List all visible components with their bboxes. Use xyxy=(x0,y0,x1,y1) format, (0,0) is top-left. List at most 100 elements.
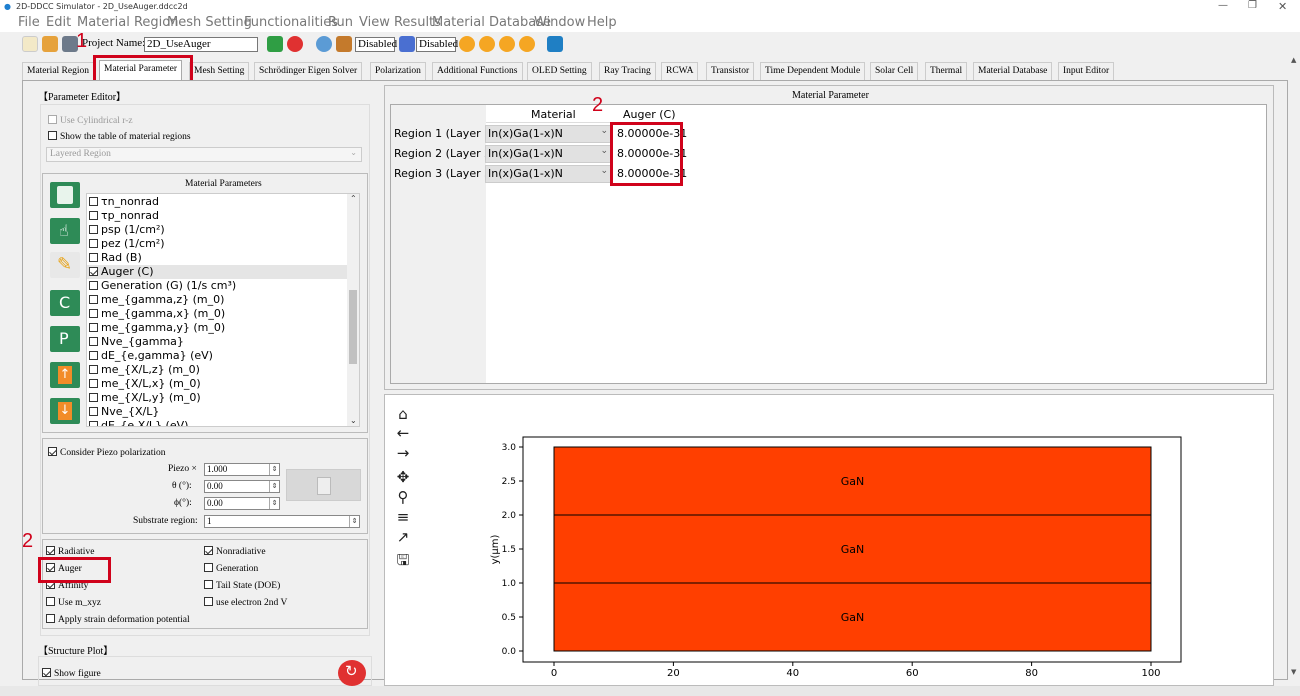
refresh-plot-button[interactable]: ↻ xyxy=(338,660,366,686)
tab-thermal[interactable]: Thermal xyxy=(925,62,968,80)
save-figure-icon[interactable]: 🖫 xyxy=(394,551,412,569)
columns-icon[interactable] xyxy=(336,36,352,52)
param-list-item[interactable]: dE_{e,gamma} (eV) xyxy=(87,349,359,363)
row-header-region[interactable]: Region 3 (Layer 3) xyxy=(394,167,495,180)
stop-icon[interactable] xyxy=(519,36,535,52)
use-cylindrical-checkbox[interactable]: Use Cylindrical r-z xyxy=(48,115,133,126)
tab-rcwa[interactable]: RCWA xyxy=(661,62,699,80)
param-list-item[interactable]: τp_nonrad xyxy=(87,209,359,223)
scroll-up-icon[interactable]: ⌃ xyxy=(350,194,357,203)
phi-spinner[interactable]: 0.00 ⇕ xyxy=(204,497,280,510)
tab-oled-setting[interactable]: OLED Setting xyxy=(527,62,592,80)
move-up-button[interactable]: ↑ xyxy=(50,362,80,388)
close-icon[interactable]: ✕ xyxy=(1278,0,1287,13)
window-scrollbar[interactable]: ▲ ▼ xyxy=(1289,56,1300,680)
spinner-arrows-icon[interactable]: ⇕ xyxy=(349,516,359,527)
settings-icon[interactable] xyxy=(316,36,332,52)
param-list-item[interactable]: me_{gamma,z} (m_0) xyxy=(87,293,359,307)
show-table-checkbox[interactable]: Show the table of material regions xyxy=(48,131,191,142)
region-select[interactable]: Layered Region ⌄ xyxy=(46,147,362,162)
edit-axis-icon[interactable]: ↗ xyxy=(394,528,412,546)
param-list-item[interactable]: me_{X/L,y} (m_0) xyxy=(87,391,359,405)
tail-state-checkbox[interactable]: Tail State (DOE) xyxy=(204,580,280,591)
c-button[interactable]: C xyxy=(50,290,80,316)
generation-checkbox[interactable]: Generation xyxy=(204,563,258,574)
tab-material-database[interactable]: Material Database xyxy=(973,62,1053,80)
param-list-item[interactable]: me_{X/L,x} (m_0) xyxy=(87,377,359,391)
forward-arrow-icon[interactable]: → xyxy=(394,444,412,462)
configure-subplots-icon[interactable]: ≡ xyxy=(394,508,412,526)
tab-solar-cell[interactable]: Solar Cell xyxy=(870,62,919,80)
param-list-item[interactable]: dE_{e,X/L} (eV) xyxy=(87,419,359,426)
substrate-region-spinner[interactable]: 1 ⇕ xyxy=(204,515,360,528)
tab-ray-tracing[interactable]: Ray Tracing xyxy=(599,62,656,80)
param-list-item[interactable]: me_{gamma,y} (m_0) xyxy=(87,321,359,335)
list-scrollbar[interactable]: ⌃ ⌄ xyxy=(347,194,359,426)
reset-icon[interactable] xyxy=(287,36,303,52)
param-list-item[interactable]: me_{gamma,x} (m_0) xyxy=(87,307,359,321)
column-header-auger[interactable]: Auger (C) xyxy=(623,108,676,121)
scroll-down-icon[interactable]: ⌄ xyxy=(350,416,357,425)
spinner-arrows-icon[interactable]: ⇕ xyxy=(269,464,279,475)
use-electron-checkbox[interactable]: use electron 2nd V xyxy=(204,597,287,608)
param-list-item[interactable]: me_{X/L,z} (m_0) xyxy=(87,363,359,377)
menu-window[interactable]: Window xyxy=(534,15,585,30)
row-header-region[interactable]: Region 2 (Layer 2) xyxy=(394,147,495,160)
param-list-item[interactable]: pez (1/cm²) xyxy=(87,237,359,251)
param-list-item[interactable]: Generation (G) (1/s cm³) xyxy=(87,279,359,293)
menu-edit[interactable]: Edit xyxy=(46,15,71,30)
material-parameters-list[interactable]: τn_nonrad τp_nonrad psp (1/cm²) pez (1/cm²)… xyxy=(86,193,360,427)
tab-schrodinger[interactable]: Schrödinger Eigen Solver xyxy=(254,62,363,80)
list-icon[interactable] xyxy=(399,36,415,52)
tab-additional-functions[interactable]: Additional Functions xyxy=(432,62,523,80)
spinner-arrows-icon[interactable]: ⇕ xyxy=(269,481,279,492)
refresh-icon[interactable] xyxy=(267,36,283,52)
list-scroll-thumb[interactable] xyxy=(349,290,357,364)
move-down-button[interactable]: ↓ xyxy=(50,398,80,424)
tab-material-region[interactable]: Material Region xyxy=(22,62,94,80)
param-list-item[interactable]: psp (1/cm²) xyxy=(87,223,359,237)
disabled-field-1[interactable]: Disabled xyxy=(355,37,397,52)
minimize-icon[interactable]: — xyxy=(1218,0,1228,11)
run-icon[interactable] xyxy=(459,36,475,52)
row-header-region[interactable]: Region 1 (Layer 1) xyxy=(394,127,495,140)
nonradiative-checkbox[interactable]: Nonradiative xyxy=(204,546,266,557)
spinner-arrows-icon[interactable]: ⇕ xyxy=(269,498,279,509)
new-file-icon[interactable] xyxy=(22,36,38,52)
home-icon[interactable]: ⌂ xyxy=(394,405,412,423)
param-list-item[interactable]: τn_nonrad xyxy=(87,195,359,209)
menu-functionalities[interactable]: Functionalities xyxy=(244,15,338,30)
p-button[interactable]: P xyxy=(50,326,80,352)
tab-input-editor[interactable]: Input Editor xyxy=(1058,62,1115,80)
tab-transistor[interactable]: Transistor xyxy=(706,62,755,80)
param-list-item[interactable]: Rad (B) xyxy=(87,251,359,265)
consider-piezo-checkbox[interactable]: Consider Piezo polarization xyxy=(48,447,166,458)
param-list-item[interactable]: Auger (C) xyxy=(87,265,359,279)
column-header-material[interactable]: Material xyxy=(531,108,576,121)
menu-mesh-setting[interactable]: Mesh Setting xyxy=(167,15,252,30)
material-combobox[interactable]: In(x)Ga(1-x)N ⌄ xyxy=(485,165,613,183)
edit-button[interactable]: ✎ xyxy=(50,252,80,278)
open-folder-icon[interactable] xyxy=(42,36,58,52)
menu-help[interactable]: Help xyxy=(587,15,617,30)
maximize-icon[interactable]: ❐ xyxy=(1248,0,1257,11)
param-list-item[interactable]: Nve_{gamma} xyxy=(87,335,359,349)
select-button[interactable]: ☝ xyxy=(50,218,80,244)
piezo-x-spinner[interactable]: 1.000 ⇕ xyxy=(204,463,280,476)
menu-material-region[interactable]: Material Region xyxy=(77,15,178,30)
zoom-icon[interactable]: ⚲ xyxy=(394,488,412,506)
menu-file[interactable]: File xyxy=(18,15,40,30)
menu-view-results[interactable]: View Results xyxy=(359,15,441,30)
theta-spinner[interactable]: 0.00 ⇕ xyxy=(204,480,280,493)
back-arrow-icon[interactable]: ← xyxy=(394,424,412,442)
disabled-field-2[interactable]: Disabled xyxy=(416,37,458,52)
material-combobox[interactable]: In(x)Ga(1-x)N ⌄ xyxy=(485,145,613,163)
radiative-checkbox[interactable]: Radiative xyxy=(46,546,94,557)
tab-mesh-setting[interactable]: Mesh Setting xyxy=(189,62,250,80)
project-name-input[interactable]: 2D_UseAuger xyxy=(144,37,258,52)
tab-polarization[interactable]: Polarization xyxy=(370,62,426,80)
menu-run[interactable]: Run xyxy=(328,15,353,30)
use-m-xyz-checkbox[interactable]: Use m_xyz xyxy=(46,597,101,608)
run-all-icon[interactable] xyxy=(479,36,495,52)
table-button[interactable] xyxy=(50,182,80,208)
